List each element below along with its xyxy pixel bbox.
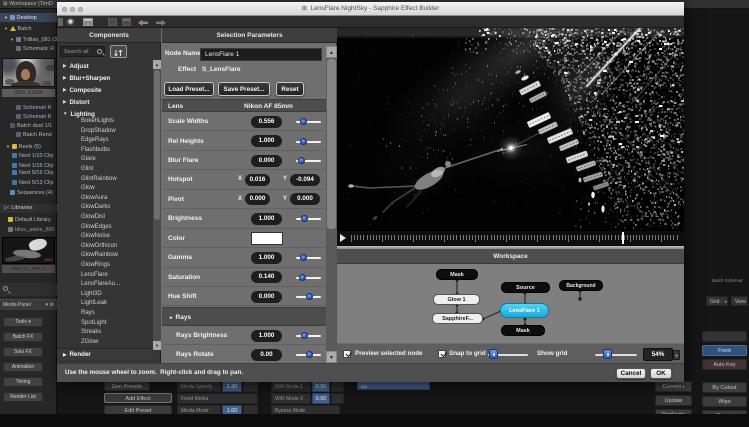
svg-text:LVLY: LVLY	[645, 212, 665, 219]
